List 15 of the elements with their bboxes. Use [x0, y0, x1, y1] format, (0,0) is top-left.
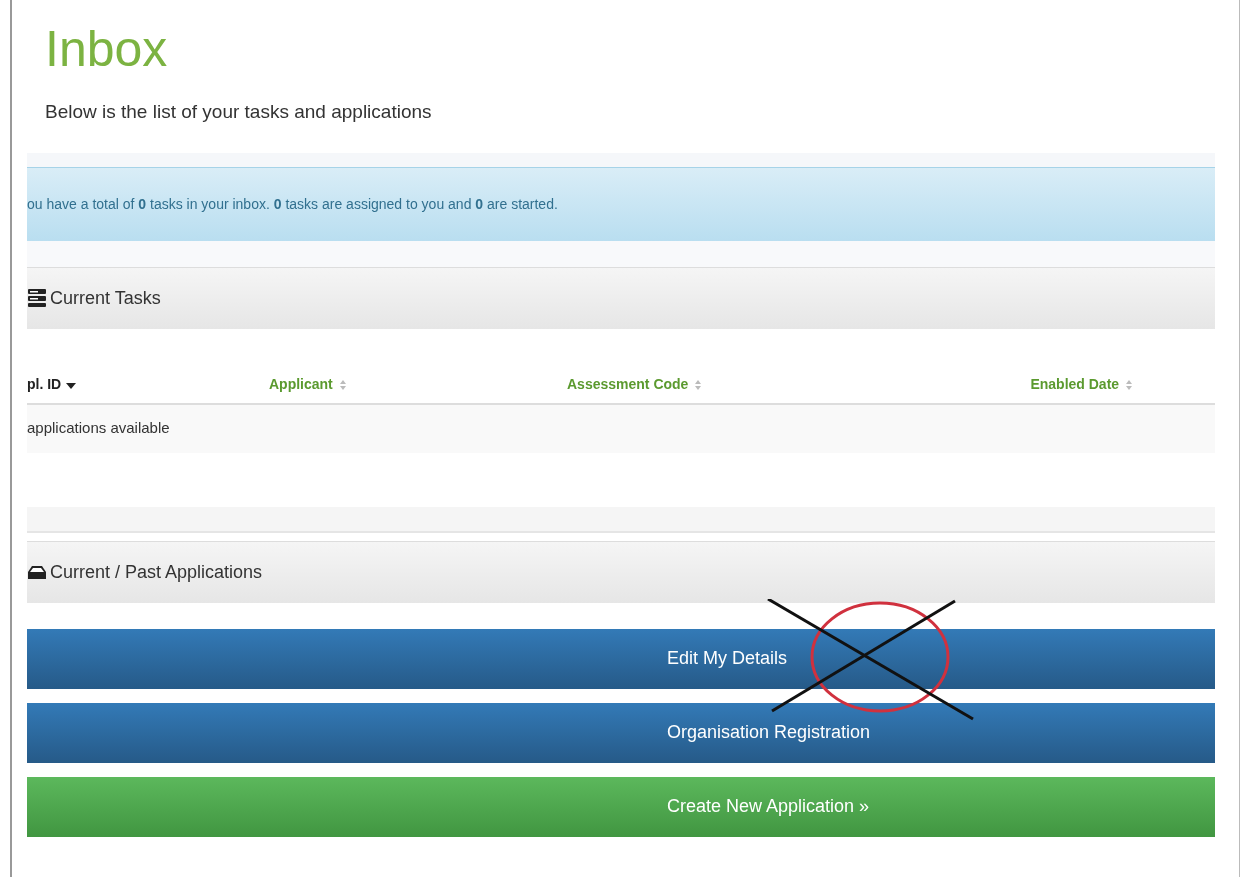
column-header[interactable]: Applicant [269, 373, 567, 395]
action-button[interactable]: Edit My Details [27, 628, 1215, 689]
server-icon [27, 288, 47, 308]
action-button[interactable]: Create New Application » [27, 776, 1215, 837]
column-header[interactable]: Assessment Code [567, 373, 1007, 395]
page-title: Inbox [45, 24, 169, 74]
empty-message: applications available [27, 418, 170, 439]
alert-text: ou have a total of 0 tasks in your inbox. 0 tasks are assigned to you and 0 are started. [27, 194, 558, 214]
column-header[interactable]: pl. ID [27, 373, 269, 395]
panel-title: Current / Past Applications [50, 560, 263, 584]
sort-icon [1123, 378, 1135, 391]
action-button[interactable]: Organisation Registration [27, 702, 1215, 763]
panel-title: Current Tasks [50, 286, 161, 310]
column-header[interactable]: Enabled Date [1030, 373, 1135, 395]
page-subtitle: Below is the list of your tasks and applications [45, 100, 433, 124]
